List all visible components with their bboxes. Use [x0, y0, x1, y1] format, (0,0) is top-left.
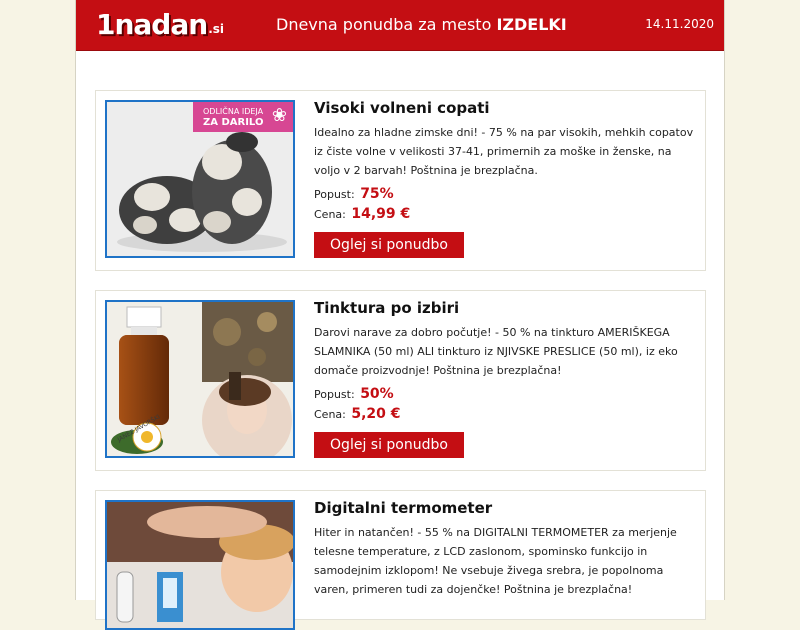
- price-row: Cena: 14,99 €: [314, 206, 699, 222]
- offer-content: Digitalni termometer Hiter in natančen! …: [314, 499, 699, 599]
- bow-icon: ❀: [271, 105, 287, 126]
- offer-title[interactable]: Visoki volneni copati: [314, 99, 699, 117]
- price-label: Cena:: [314, 408, 346, 421]
- offer-title[interactable]: Tinktura po izbiri: [314, 299, 699, 317]
- discount-row: Popust: 75%: [314, 186, 699, 202]
- email-container: 1nadan.si Dnevna ponudba za mesto IZDELK…: [75, 0, 725, 630]
- header-city: IZDELKI: [496, 15, 567, 34]
- logo-tld: .si: [208, 22, 225, 36]
- discount-label: Popust:: [314, 388, 355, 401]
- discount-row: Popust: 50%: [314, 386, 699, 402]
- offer-content: Visoki volneni copati Idealno za hladne …: [314, 99, 699, 258]
- offer-image[interactable]: JANEZ JAVORŠKI: [105, 300, 295, 458]
- offer-description: Hiter in natančen! - 55 % na DIGITALNI T…: [314, 526, 677, 596]
- gift-badge: ODLIČNA IDEJA ZA DARILO ❀: [193, 102, 293, 132]
- offer-card: ODLIČNA IDEJA ZA DARILO ❀ Visoki volneni…: [95, 90, 706, 271]
- offer-image[interactable]: ODLIČNA IDEJA ZA DARILO ❀: [105, 100, 295, 258]
- offer-content: Tinktura po izbiri Darovi narave za dobr…: [314, 299, 699, 458]
- discount-label: Popust:: [314, 188, 355, 201]
- offer-image[interactable]: [105, 500, 295, 630]
- header-title: Dnevna ponudba za mesto IZDELKI: [276, 15, 567, 34]
- offer-title[interactable]: Digitalni termometer: [314, 499, 699, 517]
- price-row: Cena: 5,20 €: [314, 406, 699, 422]
- view-offer-button[interactable]: Oglej si ponudbo: [314, 432, 464, 458]
- price-value: 5,20 €: [351, 406, 401, 422]
- view-offer-button[interactable]: Oglej si ponudbo: [314, 232, 464, 258]
- offer-card: Digitalni termometer Hiter in natančen! …: [95, 490, 706, 630]
- logo[interactable]: 1nadan.si: [96, 9, 224, 41]
- offer-description: Darovi narave za dobro počutje! - 50 % n…: [314, 326, 678, 377]
- header-bar: 1nadan.si Dnevna ponudba za mesto IZDELK…: [76, 0, 724, 51]
- header-title-prefix: Dnevna ponudba za mesto: [276, 15, 497, 34]
- logo-text: 1nadan: [96, 8, 208, 41]
- discount-value: 75%: [360, 186, 394, 202]
- offer-card: JANEZ JAVORŠKI Tinktura po izbiri Darovi…: [95, 290, 706, 471]
- header-date: 14.11.2020: [645, 17, 714, 31]
- price-label: Cena:: [314, 208, 346, 221]
- price-value: 14,99 €: [351, 206, 411, 222]
- thermometer-illustration: [107, 502, 293, 628]
- discount-value: 50%: [360, 386, 394, 402]
- offer-description: Idealno za hladne zimske dni! - 75 % na …: [314, 126, 694, 177]
